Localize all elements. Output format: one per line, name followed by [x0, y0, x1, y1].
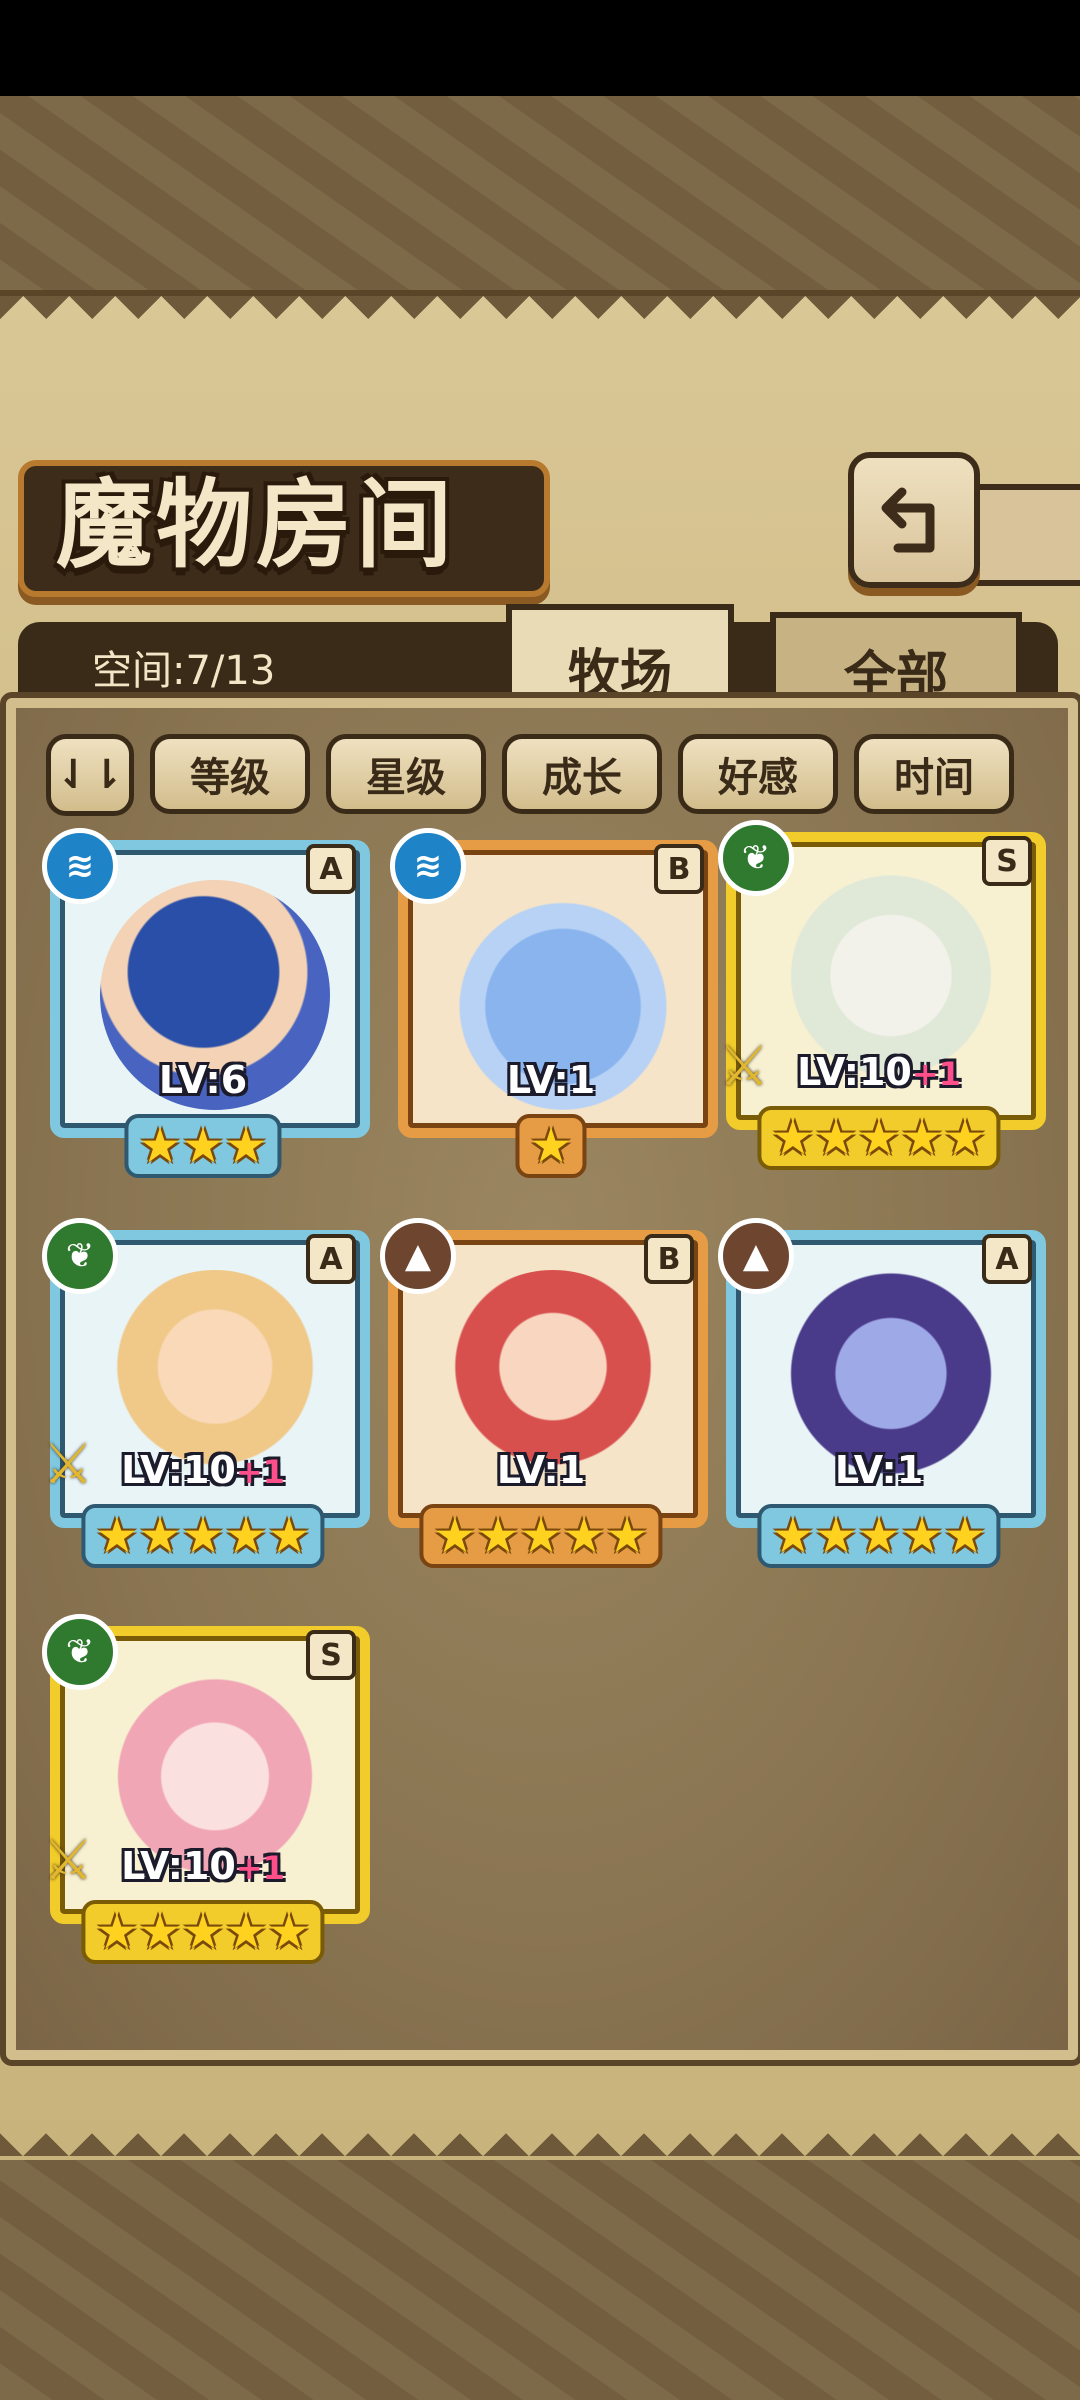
tab-ranch-label: 牧场 — [567, 644, 672, 705]
level-label: LV:10+1 — [44, 1448, 362, 1492]
level-value: LV:10 — [121, 1844, 236, 1888]
page-title: 魔物房间 — [56, 469, 456, 581]
star-rating: ★★★★★ — [757, 1504, 1001, 1568]
sort-level-button[interactable]: 等级 — [150, 734, 310, 814]
sort-time-button[interactable]: 时间 — [854, 734, 1014, 814]
background-top — [0, 96, 1080, 296]
level-value: LV:10 — [121, 1448, 236, 1492]
rank-badge: B — [654, 844, 704, 894]
level-label: LV:10+1 — [720, 1050, 1038, 1094]
back-arrow-icon — [881, 487, 935, 553]
level-value: LV:1 — [834, 1448, 924, 1492]
rank-badge: A — [306, 844, 356, 894]
monster-card[interactable]: A ≋ LV:6 ★★★ — [42, 828, 370, 1178]
back-button-bar — [968, 484, 1080, 586]
level-value: LV:10 — [797, 1050, 912, 1094]
monster-card[interactable]: B ▲ LV:1 ★★★★★ — [380, 1218, 708, 1568]
level-plus: +1 — [235, 1849, 285, 1887]
rank-badge: A — [982, 1234, 1032, 1284]
rank-badge: B — [644, 1234, 694, 1284]
background-bottom — [0, 2160, 1080, 2400]
level-plus: +1 — [911, 1055, 961, 1093]
back-button[interactable] — [848, 452, 980, 588]
star-rating: ★★★ — [124, 1114, 282, 1178]
zigzag-border-top — [0, 296, 1080, 342]
level-label: LV:10+1 — [44, 1844, 362, 1888]
space-counter: 空间:7/13 — [92, 648, 276, 694]
star-rating: ★★★★★ — [757, 1106, 1001, 1170]
sort-growth-button[interactable]: 成长 — [502, 734, 662, 814]
sort-toggle-button[interactable]: ⇃⇂ — [46, 734, 134, 816]
monster-card[interactable]: S ❦ ⚔ LV:10+1 ★★★★★ — [42, 1614, 370, 1964]
monster-card[interactable]: B ≋ LV:1 ★ — [390, 828, 718, 1178]
level-label: LV:1 — [720, 1448, 1038, 1492]
level-value: LV:6 — [158, 1058, 248, 1102]
monster-card[interactable]: A ❦ ⚔ LV:10+1 ★★★★★ — [42, 1218, 370, 1568]
sort-order-icon: ⇃⇂ — [56, 752, 124, 798]
grass-element-icon: ❦ — [42, 1218, 118, 1294]
level-value: LV:1 — [496, 1448, 586, 1492]
sort-star-button[interactable]: 星级 — [326, 734, 486, 814]
earth-element-icon: ▲ — [380, 1218, 456, 1294]
level-value: LV:1 — [506, 1058, 596, 1102]
level-label: LV:1 — [382, 1448, 700, 1492]
star-rating: ★★★★★ — [419, 1504, 663, 1568]
star-rating: ★★★★★ — [81, 1504, 325, 1568]
rank-badge: A — [306, 1234, 356, 1284]
rank-badge: S — [982, 836, 1032, 886]
level-label: LV:6 — [44, 1058, 362, 1102]
grass-element-icon: ❦ — [718, 820, 794, 896]
star-rating: ★★★★★ — [81, 1900, 325, 1964]
monster-card[interactable]: S ❦ ⚔ LV:10+1 ★★★★★ — [718, 820, 1046, 1170]
sort-affection-button[interactable]: 好感 — [678, 734, 838, 814]
water-element-icon: ≋ — [390, 828, 466, 904]
level-label: LV:1 — [392, 1058, 710, 1102]
rank-badge: S — [306, 1630, 356, 1680]
grass-element-icon: ❦ — [42, 1614, 118, 1690]
status-bar — [0, 0, 1080, 96]
star-rating: ★ — [515, 1114, 587, 1178]
water-element-icon: ≋ — [42, 828, 118, 904]
earth-element-icon: ▲ — [718, 1218, 794, 1294]
sort-bar: ⇃⇂ 等级 星级 成长 好感 时间 — [46, 734, 1046, 816]
zigzag-border-bottom — [0, 2110, 1080, 2156]
level-plus: +1 — [235, 1453, 285, 1491]
monster-card[interactable]: A ▲ LV:1 ★★★★★ — [718, 1218, 1046, 1568]
